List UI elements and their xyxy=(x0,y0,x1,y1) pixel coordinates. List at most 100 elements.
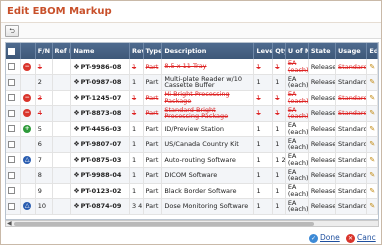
rev-cell-text: 1 xyxy=(131,186,137,195)
table-row[interactable]: 9 ❖PT-0123-02 1 Part Black Border Software 1 1… xyxy=(6,183,378,199)
row-checkbox[interactable] xyxy=(8,63,15,70)
level-cell: 1 xyxy=(253,152,274,168)
row-checkbox-cell[interactable] xyxy=(6,198,22,215)
description-cell: ID/Preview Station xyxy=(161,121,255,137)
edit-cell[interactable]: ✎ xyxy=(366,152,378,168)
rev-cell-text: 1 xyxy=(131,171,137,180)
name-cell[interactable]: ❖PT-0123-02 xyxy=(70,183,130,199)
table-row[interactable]: △ 10 ❖PT-0874-09 3 4 Part Dose Monitoring Sof… xyxy=(6,198,378,215)
scroll-left-icon[interactable]: ◀ xyxy=(7,220,12,227)
name-cell[interactable]: ❖PT-4456-03 xyxy=(70,121,130,137)
edit-cell[interactable]: ✎ xyxy=(366,105,378,122)
part-name-link[interactable]: PT-0123-02 xyxy=(81,187,122,195)
table-row[interactable]: △ 7 ❖PT-0875-03 1 Part Auto-routing Software 1… xyxy=(6,152,378,168)
name-cell[interactable]: ❖PT-9986-08 xyxy=(70,59,130,75)
row-checkbox[interactable] xyxy=(8,94,15,102)
part-name-link[interactable]: PT-0875-03 xyxy=(81,156,122,164)
table-row[interactable]: 6 ❖PT-9807-07 1 Part US/Canada Country Kit 1 1… xyxy=(6,136,378,153)
undo-button[interactable]: ⮌ xyxy=(5,25,19,37)
part-name-link[interactable]: PT-9807-07 xyxy=(81,140,122,148)
row-checkbox-cell[interactable] xyxy=(6,121,22,137)
edit-icon[interactable]: ✎ xyxy=(369,63,376,71)
status-cell xyxy=(20,167,36,184)
edit-icon[interactable]: ✎ xyxy=(369,125,376,133)
edit-cell[interactable]: ✎ xyxy=(366,121,378,137)
qty-cell: 1 xyxy=(272,90,286,106)
row-checkbox[interactable] xyxy=(8,202,15,210)
status-cell xyxy=(20,74,36,91)
state-cell-text: Release xyxy=(310,155,336,164)
name-cell[interactable]: ❖PT-0875-03 xyxy=(70,152,130,168)
part-icon: ❖ xyxy=(73,186,80,195)
qty-cell-text: 1 20 xyxy=(275,155,286,164)
table-row[interactable]: −3 ❖PT-1245-07 1 Part Hi Bright Processing P… xyxy=(6,90,378,106)
row-checkbox[interactable] xyxy=(8,78,15,86)
edit-cell[interactable]: ✎ xyxy=(366,183,378,199)
row-checkbox[interactable] xyxy=(8,109,15,117)
part-icon: ❖ xyxy=(73,109,80,118)
edit-icon[interactable]: ✎ xyxy=(369,79,376,86)
row-checkbox[interactable] xyxy=(8,125,15,133)
edit-cell[interactable]: ✎ xyxy=(366,59,378,75)
state-cell: Release xyxy=(308,136,337,153)
qty-cell-text: 1 xyxy=(275,202,280,211)
row-checkbox-cell[interactable] xyxy=(6,59,22,75)
edit-cell[interactable]: ✎ xyxy=(366,198,378,215)
row-checkbox-cell[interactable] xyxy=(6,90,22,106)
table-row[interactable]: 2 ❖PT-0987-08 1 Part Multi-plate Reader w/10… xyxy=(6,74,378,91)
row-checkbox[interactable] xyxy=(8,156,15,164)
name-cell[interactable]: ❖PT-1245-07 xyxy=(70,90,130,106)
part-name-link[interactable]: PT-9986-08 xyxy=(81,63,122,71)
table-row[interactable]: −1 ❖PT-9986-08 1 Part 8.5 x 11 Tray 1 1 EA (eac… xyxy=(6,59,378,75)
edit-icon[interactable]: ✎ xyxy=(369,156,376,164)
table-row[interactable]: +5 ❖PT-4456-03 1 Part ID/Preview Station 1 1 EA… xyxy=(6,121,378,137)
qty-cell-text: 1 xyxy=(275,140,280,149)
part-name-link[interactable]: PT-0874-09 xyxy=(81,202,122,210)
name-cell[interactable]: ❖PT-8873-08 xyxy=(70,105,130,122)
table-row[interactable]: 8 ❖PT-9988-04 1 Part DICOM Software 1 1 EA (eac… xyxy=(6,167,378,184)
description-cell-text: Standard Bright Processing Package xyxy=(164,105,229,121)
row-checkbox-cell[interactable] xyxy=(6,105,22,122)
row-checkbox-cell[interactable] xyxy=(6,136,22,153)
row-checkbox[interactable] xyxy=(8,187,15,195)
cancel-button[interactable]: ✕ Canc xyxy=(346,231,376,244)
done-button[interactable]: ✓ Done xyxy=(309,231,340,244)
select-all-checkbox[interactable] xyxy=(8,47,15,55)
edit-icon[interactable]: ✎ xyxy=(369,141,376,148)
part-name-link[interactable]: PT-4456-03 xyxy=(81,125,122,133)
part-name-link[interactable]: PT-0987-08 xyxy=(81,78,122,86)
edit-cell[interactable]: ✎ xyxy=(366,167,378,184)
edit-icon[interactable]: ✎ xyxy=(369,187,376,195)
select-all-checkbox-cell[interactable] xyxy=(6,43,22,59)
edit-cell[interactable]: ✎ xyxy=(366,74,378,91)
edit-icon[interactable]: ✎ xyxy=(369,172,376,179)
row-checkbox-cell[interactable] xyxy=(6,183,22,199)
part-name-link[interactable]: PT-1245-07 xyxy=(81,94,122,102)
edit-cell[interactable]: ✎ xyxy=(366,90,378,106)
table-row[interactable]: −4 ❖PT-8873-08 1 Part Standard Bright Proces… xyxy=(6,105,378,122)
row-checkbox-cell[interactable] xyxy=(6,167,22,184)
part-name-link[interactable]: PT-9988-04 xyxy=(81,171,122,179)
usage-cell-text: Standard xyxy=(338,171,367,180)
row-checkbox[interactable] xyxy=(8,171,15,179)
description-cell: 8.5 x 11 Tray xyxy=(161,59,255,75)
row-checkbox-cell[interactable] xyxy=(6,152,22,168)
part-name-link[interactable]: PT-8873-08 xyxy=(81,109,122,117)
scroll-thumb[interactable] xyxy=(14,222,314,226)
edit-icon[interactable]: ✎ xyxy=(369,94,376,102)
edit-icon[interactable]: ✎ xyxy=(369,110,376,117)
edit-cell[interactable]: ✎ xyxy=(366,136,378,153)
horizontal-scrollbar[interactable]: ◀ xyxy=(5,220,379,227)
description-cell-text: 8.5 x 11 Tray xyxy=(164,62,207,71)
state-cell: Release xyxy=(308,59,337,75)
name-cell[interactable]: ❖PT-9988-04 xyxy=(70,167,130,184)
uom-cell-text: EA (each) xyxy=(287,152,309,167)
name-cell[interactable]: ❖PT-9807-07 xyxy=(70,136,130,153)
edit-icon[interactable]: ✎ xyxy=(369,203,376,210)
qty-cell-text: 1 xyxy=(275,186,280,195)
row-checkbox[interactable] xyxy=(8,140,15,148)
name-cell[interactable]: ❖PT-0987-08 xyxy=(70,74,130,91)
row-checkbox-cell[interactable] xyxy=(6,74,22,91)
name-cell[interactable]: ❖PT-0874-09 xyxy=(70,198,130,215)
ref-des-cell xyxy=(52,136,72,153)
